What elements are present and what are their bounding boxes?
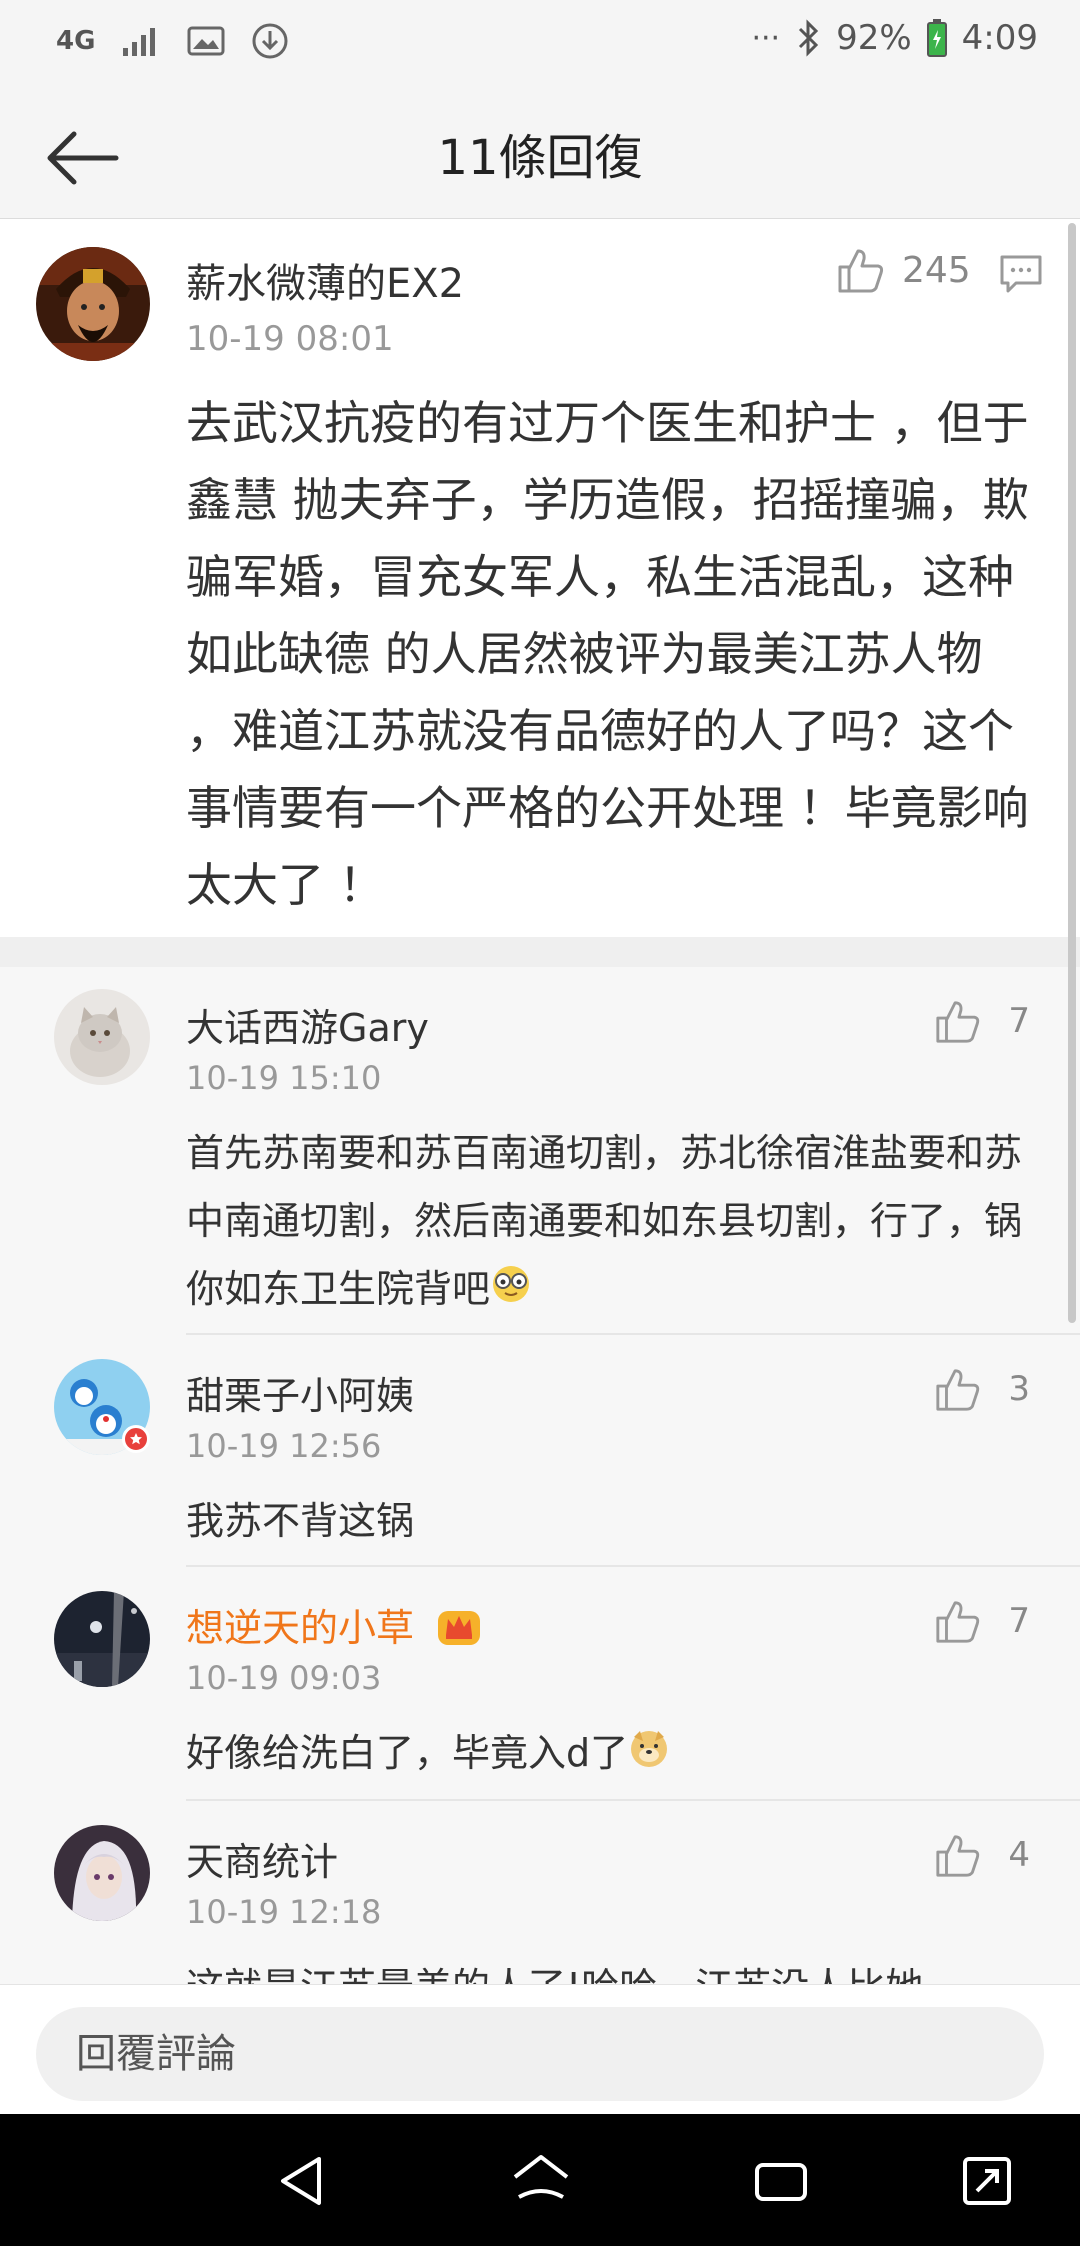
- download-icon: [251, 22, 289, 60]
- expand-icon: [963, 2157, 1011, 2205]
- avatar[interactable]: [54, 1825, 150, 1921]
- comment-time: 10-19 08:01: [186, 319, 394, 359]
- reply-item[interactable]: 天商统计 10-19 12:18 4 这就是江苏最美的人了!哈哈，江苏没人比她: [0, 1801, 1080, 1984]
- comment-reply-button[interactable]: [998, 251, 1048, 301]
- scrollbar[interactable]: [1068, 223, 1076, 1323]
- like-count: 7: [1008, 1601, 1030, 1641]
- comment-text: 去武汉抗疫的有过万个医生和护士 ，但于鑫慧 抛夫弃子，学历造假，招摇撞骗，欺骗军…: [186, 396, 1029, 912]
- like-count: 7: [1008, 1001, 1030, 1041]
- username[interactable]: 大话西游Gary: [186, 997, 429, 1052]
- avatar[interactable]: [54, 989, 150, 1085]
- thumbs-up-icon: [936, 1369, 980, 1411]
- reply-item[interactable]: 想逆天的小草 10-19 09:03 7 好像给洗白了，毕竟入d了: [0, 1567, 1080, 1801]
- page-title: 11條回復: [437, 130, 643, 186]
- like-button[interactable]: 4: [934, 1831, 1030, 1879]
- nav-recents-button[interactable]: [746, 2146, 816, 2216]
- clock-time: 4:09: [961, 18, 1038, 58]
- thumbs-up-icon: [838, 249, 884, 293]
- username-text: 想逆天的小草: [186, 1606, 415, 1650]
- thumbs-up-icon: [936, 1601, 980, 1643]
- avatar[interactable]: [36, 247, 150, 361]
- vip-crown-icon: [436, 1605, 482, 1656]
- like-count: 245: [902, 249, 971, 291]
- comment-text-content: 好像给洗白了，毕竟入d了: [186, 1731, 629, 1775]
- username[interactable]: 甜栗子小阿姨: [186, 1365, 414, 1420]
- comment-icon: [1000, 255, 1042, 293]
- glasses-face-emoji-icon: [490, 1258, 532, 1326]
- reply-item[interactable]: 甜栗子小阿姨 10-19 12:56 3 我苏不背这锅: [0, 1335, 1080, 1567]
- thumbs-up-icon: [936, 1001, 980, 1043]
- recents-icon: [755, 2163, 807, 2201]
- signal-strength-icon: [121, 24, 161, 58]
- notification-more-icon: ···: [751, 20, 781, 56]
- main-comment: 薪水微薄的EX2 10-19 08:01 245 去武汉抗疫的有过万个医生和护士…: [0, 219, 1080, 937]
- battery-percent: 92%: [836, 18, 912, 58]
- verified-badge-icon: [122, 1425, 150, 1453]
- comment-text-content: 首先苏南要和苏百南通切割，苏北徐宿淮盐要和苏中南通切割，然后南通要和如东县切割，…: [186, 1131, 1023, 1311]
- nav-back-button[interactable]: [266, 2146, 336, 2216]
- like-button[interactable]: 3: [934, 1365, 1030, 1413]
- battery-icon: [926, 18, 948, 58]
- comment-text: 首先苏南要和苏百南通切割，苏北徐宿淮盐要和苏中南通切割，然后南通要和如东县切割，…: [186, 1119, 1036, 1326]
- network-4g-icon: 4G: [56, 26, 96, 56]
- comment-text: 我苏不背这锅: [186, 1499, 415, 1543]
- comment-thread[interactable]: 薪水微薄的EX2 10-19 08:01 245 去武汉抗疫的有过万个医生和护士…: [0, 219, 1080, 1984]
- status-bar: 4G ··· 92% 4:09: [0, 0, 1080, 88]
- comment-time: 10-19 12:18: [186, 1893, 382, 1931]
- nav-expand-button[interactable]: [952, 2146, 1022, 2216]
- comment-time: 10-19 15:10: [186, 1059, 382, 1097]
- comment-text: 这就是江苏最美的人了!哈哈，江苏没人比她: [186, 1953, 1036, 1984]
- thumbs-up-icon: [936, 1835, 980, 1877]
- reply-input-bar: [0, 1984, 1080, 2115]
- triangle-back-icon: [281, 2157, 321, 2205]
- username[interactable]: 想逆天的小草: [186, 1597, 482, 1656]
- like-button[interactable]: 7: [934, 1597, 1030, 1645]
- home-icon: [513, 2155, 569, 2199]
- nav-home-button[interactable]: [506, 2146, 576, 2216]
- reply-input[interactable]: [36, 2007, 1044, 2101]
- like-button[interactable]: 245: [836, 245, 971, 295]
- comment-time: 10-19 09:03: [186, 1659, 382, 1697]
- like-count: 3: [1008, 1369, 1030, 1409]
- like-count: 4: [1008, 1835, 1030, 1875]
- like-button[interactable]: 7: [934, 997, 1030, 1045]
- username[interactable]: 薪水微薄的EX2: [186, 251, 464, 309]
- doge-emoji-icon: [628, 1722, 670, 1790]
- system-navigation-bar: [0, 2114, 1080, 2246]
- username[interactable]: 天商统计: [186, 1831, 338, 1886]
- title-bar: 11條回復: [0, 88, 1080, 219]
- gallery-icon: [187, 25, 225, 57]
- avatar[interactable]: [54, 1591, 150, 1687]
- avatar[interactable]: [54, 1359, 150, 1455]
- section-separator: [0, 937, 1080, 967]
- comment-time: 10-19 12:56: [186, 1427, 382, 1465]
- reply-item[interactable]: 大话西游Gary 10-19 15:10 7 首先苏南要和苏百南通切割，苏北徐宿…: [0, 967, 1080, 1335]
- comment-text: 好像给洗白了，毕竟入d了: [186, 1719, 1036, 1790]
- bluetooth-icon: [794, 18, 822, 58]
